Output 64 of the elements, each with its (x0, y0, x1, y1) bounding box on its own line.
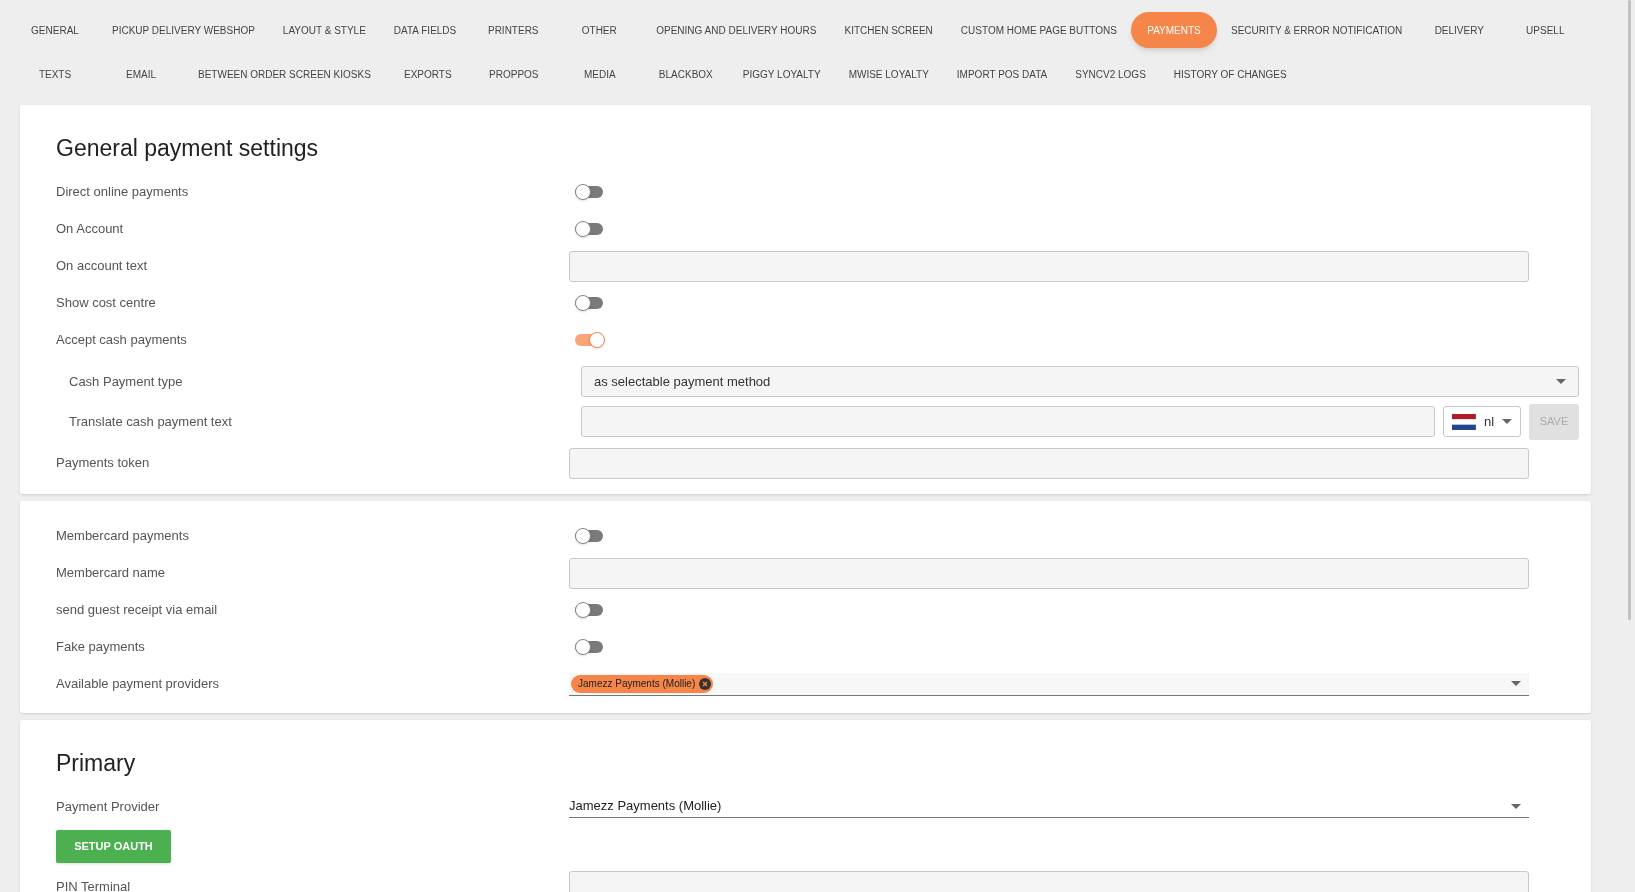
scrollbar[interactable] (1628, 0, 1631, 620)
settings-tab[interactable]: PROPPOS (470, 56, 557, 92)
language-select[interactable]: nl (1443, 406, 1521, 437)
multi-select-field[interactable]: Jamezz Payments (Mollie) (569, 672, 1529, 696)
select-field[interactable]: as selectable payment method (581, 366, 1579, 397)
toggle-switch[interactable] (575, 293, 605, 313)
settings-tab[interactable]: GENERAL (12, 12, 98, 48)
settings-tab[interactable]: UPSELL (1502, 12, 1589, 48)
setting-label: Direct online payments (56, 183, 190, 202)
dropdown-caret-icon (1556, 379, 1566, 384)
setting-label: PIN Terminal (56, 877, 132, 892)
settings-tab[interactable]: SYNCV2 LOGS (1061, 56, 1160, 92)
settings-tab[interactable]: PRINTERS (470, 12, 557, 48)
setting-label: Fake payments (56, 638, 146, 657)
text-field[interactable] (569, 250, 1529, 282)
toggle-switch[interactable] (575, 600, 605, 620)
select-field[interactable]: Jamezz Payments (Mollie) (569, 795, 1529, 818)
settings-tab[interactable]: CUSTOM HOME PAGE BUTTONS (946, 12, 1131, 48)
text-field[interactable] (569, 447, 1529, 479)
toggle-switch[interactable] (575, 637, 605, 657)
settings-tab[interactable]: KITCHEN SCREEN (830, 12, 947, 48)
setting-label: On Account (56, 220, 125, 239)
toggle-switch[interactable] (575, 219, 605, 239)
setting-label: On account text (56, 257, 149, 276)
text-field[interactable] (569, 557, 1529, 589)
remove-icon[interactable] (699, 677, 712, 690)
text-field[interactable] (581, 406, 1435, 437)
settings-tab[interactable]: OTHER (556, 12, 643, 48)
settings-tab[interactable]: LAYOUT & STYLE (268, 12, 380, 48)
dropdown-caret-icon (1511, 803, 1521, 809)
settings-tab[interactable]: HISTORY OF CHANGES (1159, 56, 1301, 92)
dropdown-caret-icon (1502, 419, 1512, 424)
setting-label: Cash Payment type (68, 372, 184, 391)
settings-tab[interactable]: EMAIL (98, 56, 184, 92)
toggle-switch[interactable] (575, 182, 605, 202)
setting-label: Show cost centre (56, 294, 157, 313)
settings-tab[interactable]: DATA FIELDS (379, 12, 471, 48)
setting-label: Available payment providers (56, 675, 221, 694)
setting-label: Payments token (56, 454, 151, 473)
settings-tab[interactable]: PIGGY LOYALTY (728, 56, 835, 92)
provider-chip[interactable]: Jamezz Payments (Mollie) (571, 674, 714, 693)
setting-label: Membercard payments (56, 527, 190, 546)
settings-tab[interactable]: EXPORTS (384, 56, 471, 92)
settings-tab[interactable]: OPENING AND DELIVERY HOURS (642, 12, 831, 48)
toggle-switch[interactable] (575, 526, 605, 546)
settings-tab[interactable]: IMPORT POS DATA (942, 56, 1062, 92)
settings-tab[interactable]: BLACKBOX (642, 56, 729, 92)
settings-tab[interactable]: TEXTS (12, 56, 98, 92)
setting-label: send guest receipt via email (56, 601, 219, 620)
flag-icon (1452, 413, 1476, 430)
settings-tab[interactable]: BETWEEN ORDER SCREEN KIOSKS (184, 56, 385, 92)
setting-label: Membercard name (56, 564, 167, 583)
section-title: General payment settings (56, 134, 320, 163)
setting-label: Translate cash payment text (68, 412, 233, 431)
settings-tab[interactable]: MWISE LOYALTY (834, 56, 943, 92)
settings-tab[interactable]: PICKUP DELIVERY WEBSHOP (98, 12, 269, 48)
settings-tab[interactable]: MEDIA (556, 56, 643, 92)
toggle-switch[interactable] (575, 330, 605, 350)
setting-label: Payment Provider (56, 797, 161, 816)
settings-tab[interactable]: SECURITY & ERROR NOTIFICATION (1217, 12, 1417, 48)
dropdown-caret-icon (1511, 681, 1521, 686)
settings-tab[interactable]: DELIVERY (1416, 12, 1503, 48)
section-title: Primary (56, 748, 137, 778)
setting-label: Accept cash payments (56, 331, 188, 350)
